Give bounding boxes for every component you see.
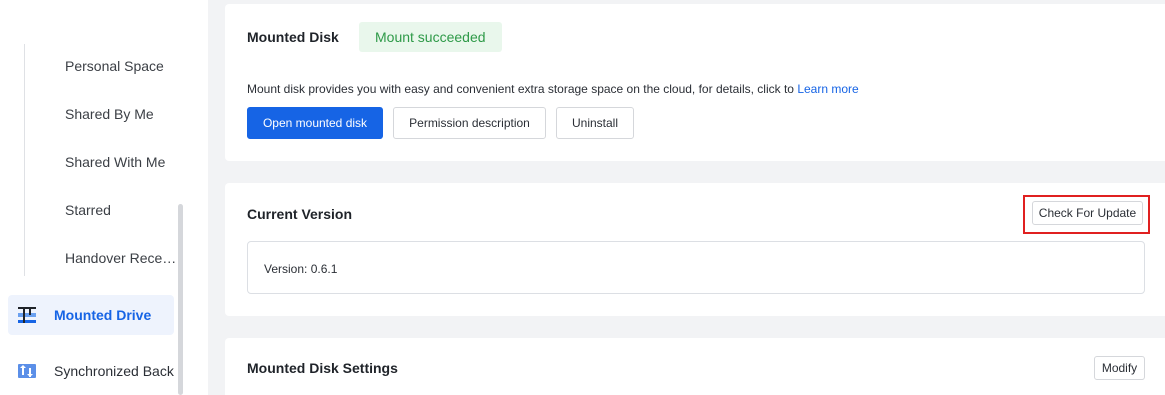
sidebar-item-handover-received[interactable]: Handover Recei...: [65, 250, 177, 266]
sidebar-item-shared-with-me[interactable]: Shared With Me: [65, 154, 177, 170]
mounted-disk-title: Mounted Disk: [247, 29, 339, 45]
sidebar-item-starred[interactable]: Starred: [65, 202, 177, 218]
learn-more-link[interactable]: Learn more: [797, 82, 858, 96]
modify-button[interactable]: Modify: [1094, 356, 1145, 380]
sidebar-scrollbar[interactable]: [178, 204, 183, 395]
sidebar-item-label: Synchronized Backup: [54, 363, 174, 379]
sidebar-item-personal-space[interactable]: Personal Space: [65, 58, 177, 74]
status-badge: Mount succeeded: [359, 22, 502, 52]
mounted-drive-icon: [17, 305, 37, 325]
current-version-card: Current Version Check For Update Version…: [225, 183, 1165, 316]
settings-title: Mounted Disk Settings: [247, 360, 398, 376]
sync-backup-icon: [17, 361, 37, 381]
sidebar-item-shared-by-me[interactable]: Shared By Me: [65, 106, 177, 122]
description-text: Mount disk provides you with easy and co…: [247, 82, 794, 96]
sidebar-item-mounted-drive[interactable]: Mounted Drive: [8, 295, 174, 335]
sidebar-item-synchronized-backup[interactable]: Synchronized Backup: [8, 351, 174, 391]
sidebar: Personal Space Shared By Me Shared With …: [0, 0, 208, 395]
version-text: Version: 0.6.1: [264, 262, 338, 276]
settings-card: Mounted Disk Settings Modify: [225, 338, 1165, 395]
check-for-update-button[interactable]: Check For Update: [1032, 201, 1143, 225]
uninstall-button[interactable]: Uninstall: [556, 107, 634, 139]
tree-guide-line: [24, 44, 25, 276]
open-mounted-disk-button[interactable]: Open mounted disk: [247, 107, 383, 139]
mounted-disk-description: Mount disk provides you with easy and co…: [247, 82, 859, 96]
permission-description-button[interactable]: Permission description: [393, 107, 546, 139]
current-version-title: Current Version: [247, 206, 353, 222]
version-box: Version: 0.6.1: [247, 241, 1145, 294]
sidebar-item-label: Mounted Drive: [54, 307, 152, 323]
mounted-disk-card: Mounted Disk Mount succeeded Mount disk …: [225, 4, 1165, 161]
